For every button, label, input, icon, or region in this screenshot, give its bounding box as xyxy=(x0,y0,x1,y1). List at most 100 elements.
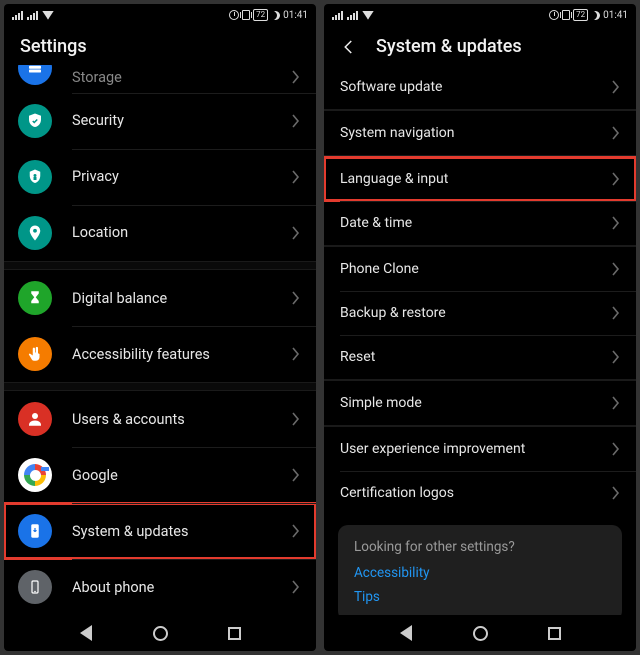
chevron-right-icon xyxy=(612,396,620,410)
hand-icon xyxy=(18,337,52,371)
item-label: User experience improvement xyxy=(340,441,612,457)
signal-icon xyxy=(12,11,23,20)
chevron-right-icon xyxy=(292,580,300,594)
phone-left: 72 01:41 Settings Storage Security xyxy=(4,4,316,651)
settings-item-google[interactable]: Google xyxy=(4,447,316,503)
phone-update-icon xyxy=(18,514,52,548)
settings-item-label: Storage xyxy=(72,69,292,86)
clock: 01:41 xyxy=(603,10,628,21)
google-icon xyxy=(18,458,52,492)
chevron-right-icon xyxy=(612,350,620,364)
settings-item-users[interactable]: Users & accounts xyxy=(4,391,316,447)
nav-recents-button[interactable] xyxy=(225,624,243,642)
settings-item-system-updates[interactable]: System & updates xyxy=(4,503,316,559)
item-label: Backup & restore xyxy=(340,305,612,321)
settings-item-label: System & updates xyxy=(72,523,292,540)
dnd-icon xyxy=(591,11,600,20)
page-title: Settings xyxy=(20,36,87,57)
vibrate-icon xyxy=(242,10,250,20)
settings-item-location[interactable]: Location xyxy=(4,205,316,261)
settings-item-label: About phone xyxy=(72,579,292,596)
wifi-icon xyxy=(362,11,374,20)
status-bar: 72 01:41 xyxy=(324,4,636,26)
status-bar: 72 01:41 xyxy=(4,4,316,26)
wifi-icon xyxy=(42,11,54,20)
dnd-icon xyxy=(271,11,280,20)
item-language-input[interactable]: Language & input xyxy=(324,157,636,201)
other-settings-card: Looking for other settings? Accessibilit… xyxy=(338,525,622,615)
alarm-icon xyxy=(549,10,559,20)
user-icon xyxy=(18,402,52,436)
item-reset[interactable]: Reset xyxy=(324,335,636,379)
shield-check-icon xyxy=(18,104,52,138)
nav-home-button[interactable] xyxy=(471,624,489,642)
chevron-right-icon xyxy=(292,412,300,426)
signal-icon xyxy=(332,11,343,20)
chevron-right-icon xyxy=(292,347,300,361)
item-label: Certification logos xyxy=(340,485,612,501)
settings-list[interactable]: Storage Security Privacy Location xyxy=(4,65,316,615)
chevron-right-icon xyxy=(292,468,300,482)
chevron-right-icon xyxy=(292,226,300,240)
clock: 01:41 xyxy=(283,10,308,21)
header: System & updates xyxy=(324,26,636,65)
item-simple-mode[interactable]: Simple mode xyxy=(324,381,636,425)
privacy-icon xyxy=(18,160,52,194)
battery-badge: 72 xyxy=(253,9,268,21)
item-software-update[interactable]: Software update xyxy=(324,65,636,109)
settings-item-storage[interactable]: Storage xyxy=(4,65,316,93)
android-navbar xyxy=(4,615,316,651)
vibrate-icon xyxy=(562,10,570,20)
chevron-right-icon xyxy=(292,524,300,538)
chevron-right-icon xyxy=(612,172,620,186)
item-certification-logos[interactable]: Certification logos xyxy=(324,471,636,515)
alarm-icon xyxy=(229,10,239,20)
item-label: Date & time xyxy=(340,215,612,231)
settings-item-label: Accessibility features xyxy=(72,346,292,363)
back-button[interactable] xyxy=(340,38,358,56)
phone-right: 72 01:41 System & updates Software updat… xyxy=(324,4,636,651)
item-ux-improvement[interactable]: User experience improvement xyxy=(324,427,636,471)
settings-item-security[interactable]: Security xyxy=(4,93,316,149)
chevron-right-icon xyxy=(292,70,300,84)
storage-icon xyxy=(18,65,52,85)
item-date-time[interactable]: Date & time xyxy=(324,201,636,245)
hint-title: Looking for other settings? xyxy=(354,539,606,555)
chevron-right-icon xyxy=(612,306,620,320)
battery-badge: 72 xyxy=(573,9,588,21)
item-phone-clone[interactable]: Phone Clone xyxy=(324,247,636,291)
item-backup-restore[interactable]: Backup & restore xyxy=(324,291,636,335)
chevron-right-icon xyxy=(612,80,620,94)
nav-home-button[interactable] xyxy=(151,624,169,642)
chevron-right-icon xyxy=(292,291,300,305)
chevron-right-icon xyxy=(612,262,620,276)
location-pin-icon xyxy=(18,216,52,250)
chevron-right-icon xyxy=(292,114,300,128)
system-updates-list[interactable]: Software update System navigation Langua… xyxy=(324,65,636,615)
settings-item-label: Location xyxy=(72,224,292,241)
item-label: Phone Clone xyxy=(340,261,612,277)
settings-item-privacy[interactable]: Privacy xyxy=(4,149,316,205)
signal-icon-2 xyxy=(27,11,38,20)
nav-back-button[interactable] xyxy=(77,624,95,642)
settings-item-digital-balance[interactable]: Digital balance xyxy=(4,270,316,326)
item-label: Reset xyxy=(340,349,612,365)
chevron-right-icon xyxy=(292,170,300,184)
settings-item-label: Security xyxy=(72,112,292,129)
item-label: Simple mode xyxy=(340,395,612,411)
settings-item-label: Google xyxy=(72,467,292,484)
hourglass-icon xyxy=(18,281,52,315)
item-label: Language & input xyxy=(340,171,612,187)
hint-link-accessibility[interactable]: Accessibility xyxy=(354,565,606,581)
settings-item-accessibility[interactable]: Accessibility features xyxy=(4,326,316,382)
hint-link-tips[interactable]: Tips xyxy=(354,589,606,605)
item-label: Software update xyxy=(340,79,612,95)
item-system-navigation[interactable]: System navigation xyxy=(324,111,636,155)
nav-recents-button[interactable] xyxy=(545,624,563,642)
chevron-right-icon xyxy=(612,126,620,140)
settings-item-label: Privacy xyxy=(72,168,292,185)
item-label: System navigation xyxy=(340,125,612,141)
nav-back-button[interactable] xyxy=(397,624,415,642)
phone-info-icon xyxy=(18,570,52,604)
settings-item-about-phone[interactable]: About phone xyxy=(4,559,316,615)
